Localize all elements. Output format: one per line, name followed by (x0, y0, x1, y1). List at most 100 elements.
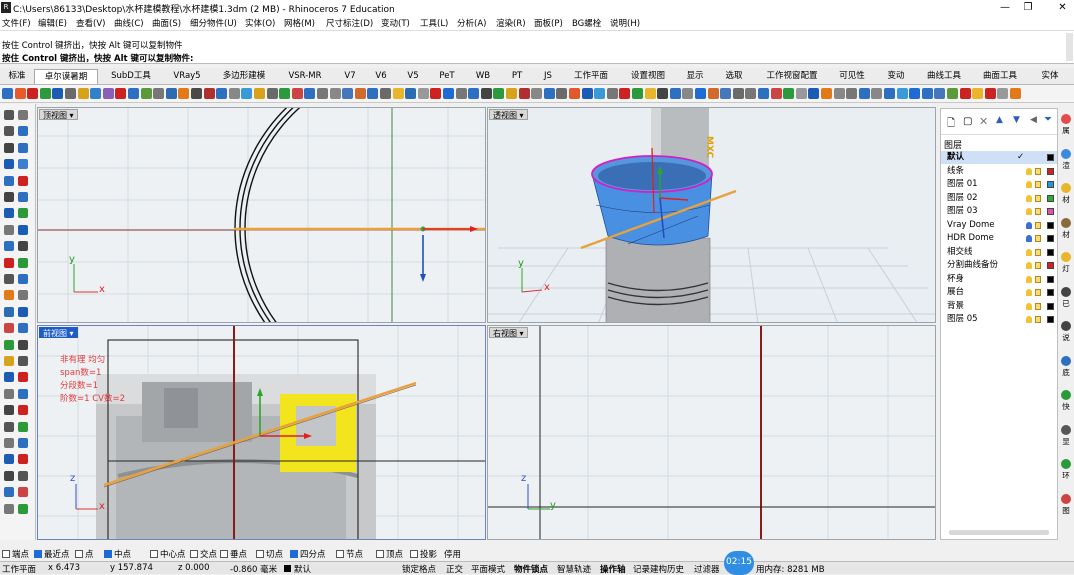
left-tool-icon[interactable] (4, 421, 14, 432)
toolbar-command-icon[interactable] (770, 88, 782, 99)
checkbox-checked-icon[interactable] (290, 550, 298, 558)
collapse-icon[interactable]: ◀ (1030, 115, 1037, 125)
side-panel-tab[interactable]: 显 (1059, 424, 1073, 447)
status-mode-history[interactable]: 记录建构历史 (633, 563, 684, 575)
toolbar-command-icon[interactable] (304, 88, 316, 99)
layer-visibility-icon[interactable] (1026, 194, 1032, 202)
toolbar-command-icon[interactable] (758, 88, 769, 99)
close-icon[interactable]: ✕ (1051, 0, 1074, 16)
side-panel-tab[interactable]: 材 (1059, 217, 1073, 240)
toolbar-command-icon[interactable] (518, 88, 530, 99)
status-mode-grid-snap[interactable]: 锁定格点 (402, 563, 436, 575)
layer-visibility-icon[interactable] (1026, 316, 1032, 323)
toolbar-command-icon[interactable] (632, 88, 643, 99)
move-up-icon[interactable]: ▲ (996, 115, 1003, 125)
toolbar-command-icon[interactable] (165, 88, 177, 99)
menu-render[interactable]: 渲染(R) (496, 17, 526, 29)
tab-solid-tools[interactable]: 实体 (1030, 69, 1070, 84)
layer-row[interactable]: 杯身 (941, 273, 1057, 286)
snap-option[interactable]: 端点 (2, 548, 29, 560)
toolbar-command-icon[interactable] (493, 88, 505, 99)
side-panel-tab[interactable]: 快 (1059, 390, 1073, 412)
checkbox-icon[interactable] (410, 550, 418, 558)
toolbar-command-icon[interactable] (203, 88, 215, 99)
layer-color-swatch[interactable] (1047, 181, 1054, 188)
status-mode-filter[interactable]: 过滤器 (694, 563, 720, 575)
side-panel-tab[interactable]: 已 (1059, 286, 1073, 309)
checkbox-icon[interactable] (336, 550, 344, 558)
toolbar-command-icon[interactable] (380, 88, 391, 99)
viewport-right-label[interactable]: 右视图 ▾ (489, 327, 528, 338)
move-down-icon[interactable]: ▼ (1013, 115, 1020, 125)
toolbar-command-icon[interactable] (228, 88, 240, 99)
checkbox-icon[interactable] (256, 550, 264, 558)
layer-color-swatch[interactable] (1047, 275, 1054, 283)
left-tool-icon[interactable] (4, 470, 14, 481)
tab-cplanes[interactable]: 工作平面 (564, 69, 618, 84)
left-tool-icon[interactable] (18, 454, 28, 465)
command-prompt[interactable]: 按住 Control 键挤出，快按 Alt 键可以复制物件: (2, 52, 193, 64)
toolbar-command-icon[interactable] (480, 88, 492, 99)
tab-v5[interactable]: V5 (398, 69, 428, 84)
toolbar-command-icon[interactable] (90, 88, 102, 99)
menu-help[interactable]: 说明(H) (610, 17, 640, 29)
left-tool-icon[interactable] (4, 290, 14, 301)
side-panel-tab[interactable]: 渲 (1059, 148, 1073, 171)
layer-lock-icon[interactable] (1035, 194, 1041, 202)
layer-row[interactable]: 图层 02 (941, 192, 1057, 205)
menu-dimension[interactable]: 尺寸标注(D) (326, 17, 373, 29)
left-tool-icon[interactable] (4, 405, 14, 416)
menu-bg-bolt[interactable]: BG螺栓 (572, 17, 601, 29)
left-tool-icon[interactable] (4, 356, 14, 366)
layer-color-swatch[interactable] (1047, 235, 1054, 242)
layer-row[interactable]: 图层 01 (941, 178, 1057, 191)
toolbar-command-icon[interactable] (921, 88, 933, 99)
left-tool-icon[interactable] (18, 274, 28, 284)
layer-row[interactable]: 图层 05 (941, 313, 1057, 326)
layer-visibility-icon[interactable] (1026, 181, 1032, 188)
left-tool-icon[interactable] (18, 372, 28, 383)
left-tool-icon[interactable] (18, 438, 28, 448)
toolbar-command-icon[interactable] (367, 88, 379, 99)
toolbar-command-icon[interactable] (279, 88, 291, 99)
layer-color-swatch[interactable] (1047, 194, 1054, 202)
left-tool-icon[interactable] (4, 339, 14, 350)
menu-analyze[interactable]: 分析(A) (457, 17, 486, 29)
left-tool-icon[interactable] (4, 257, 14, 268)
viewport-right[interactable]: z y 右视图 ▾ (487, 325, 936, 540)
toolbar-command-icon[interactable] (354, 88, 366, 99)
layer-color-swatch[interactable] (1047, 221, 1054, 229)
left-tool-icon[interactable] (4, 126, 14, 137)
toolbar-command-icon[interactable] (77, 88, 89, 99)
viewport-front-label[interactable]: 前视图 ▾ (39, 327, 78, 338)
menu-file[interactable]: 文件(F) (2, 17, 31, 29)
tab-js[interactable]: JS (534, 69, 562, 84)
side-panel-tab[interactable]: 底 (1059, 355, 1073, 378)
toolbar-command-icon[interactable] (191, 88, 202, 99)
tab-pt[interactable]: PT (502, 69, 532, 84)
toolbar-command-icon[interactable] (606, 88, 618, 99)
side-panel-tab[interactable]: 环 (1059, 459, 1073, 481)
toolbar-command-icon[interactable] (506, 88, 517, 99)
layer-row[interactable]: 背景 (941, 300, 1057, 313)
toolbar-command-icon[interactable] (178, 88, 190, 99)
toolbar-command-icon[interactable] (619, 88, 631, 99)
checkbox-checked-icon[interactable] (34, 550, 42, 558)
toolbar-command-icon[interactable] (581, 88, 593, 99)
toolbar-command-icon[interactable] (896, 88, 908, 99)
left-tool-icon[interactable] (18, 323, 28, 334)
menu-solid[interactable]: 实体(O) (245, 17, 275, 29)
layer-lock-icon[interactable] (1035, 262, 1041, 269)
tab-poly-modeling[interactable]: 多边形建模 (214, 69, 274, 84)
layer-lock-icon[interactable] (1035, 208, 1041, 215)
left-tool-icon[interactable] (18, 126, 28, 137)
tab-subd-tools[interactable]: SubD工具 (102, 69, 160, 84)
toolbar-command-icon[interactable] (430, 88, 442, 99)
toolbar-command-icon[interactable] (833, 88, 845, 99)
toolbar-command-icon[interactable] (455, 88, 467, 99)
new-sublayer-icon[interactable]: ▢ (963, 116, 972, 127)
layer-visibility-icon[interactable] (1026, 167, 1032, 175)
layer-color-swatch[interactable] (1047, 167, 1054, 175)
viewport-front[interactable]: 非有理 均匀 span数=1 分段数=1 阶数=1 CV数=2 z x 前视图 … (37, 325, 486, 540)
tab-vray5[interactable]: VRay5 (162, 69, 212, 84)
